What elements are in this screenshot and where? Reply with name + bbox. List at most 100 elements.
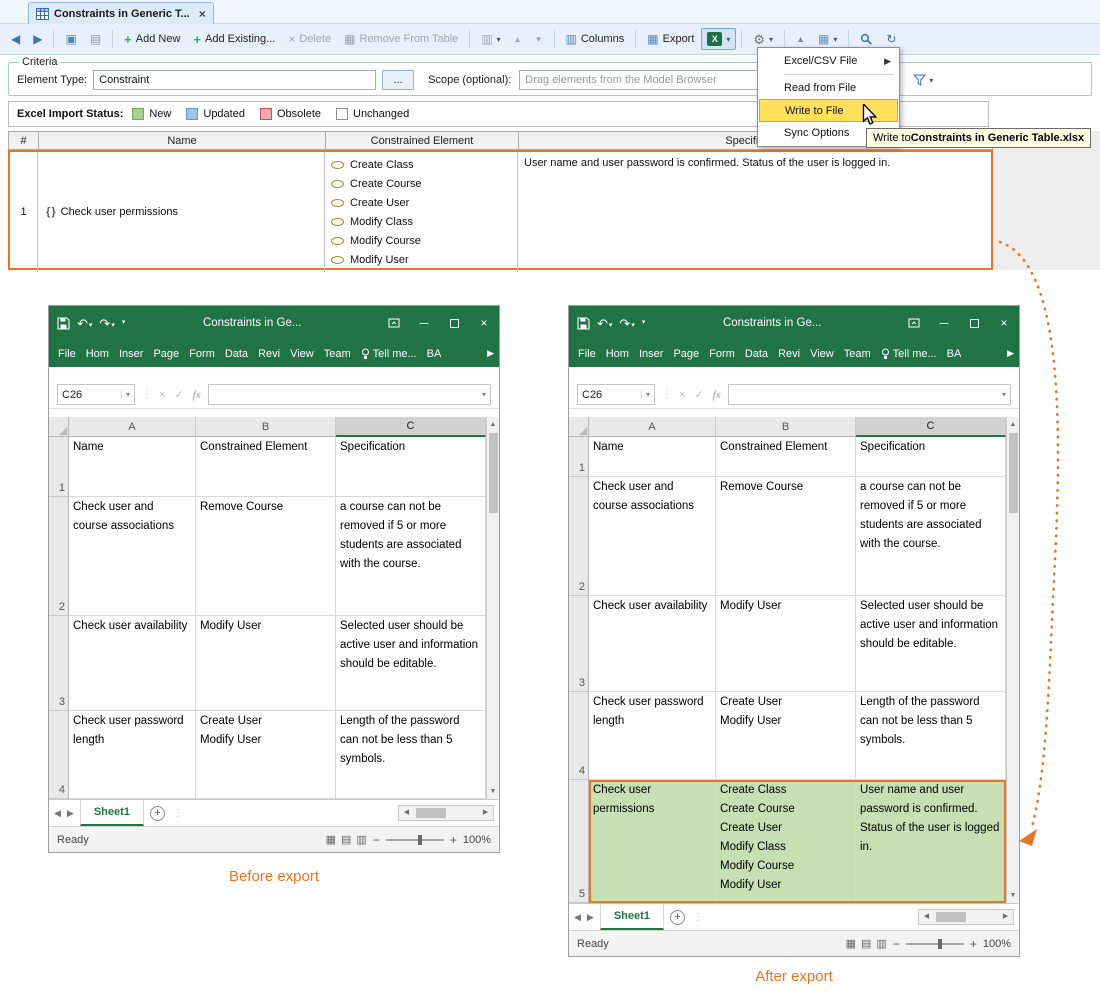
remove-from-table-button[interactable]: ▦Remove From Table [338,29,464,49]
zoom-slider[interactable] [386,839,444,841]
name-box[interactable]: C26▾ [57,384,135,405]
ribbon-tab-insert[interactable]: Inser [114,348,148,360]
constrained-element-item[interactable]: Modify User [331,250,511,269]
sheet-nav-next-icon[interactable]: ▶ [67,808,74,819]
row-header[interactable]: 3 [49,616,69,711]
ribbon-tab-formulas[interactable]: Form [184,348,220,360]
cancel-icon[interactable]: × [159,389,165,401]
back-button[interactable]: ◀ [5,29,26,49]
cell-c2[interactable]: a course can not be removed if 5 or more… [856,477,1006,596]
vertical-scrollbar[interactable]: ▲ ▼ [486,417,499,799]
constrained-element-item[interactable]: Create Class [331,155,511,174]
ribbon-tab-data[interactable]: Data [220,348,253,360]
cell-a2[interactable]: Check user and course associations [69,497,196,616]
scroll-right-icon[interactable]: ▶ [478,806,493,820]
tell-me-tab[interactable]: Tell me... [876,348,942,360]
constrained-element-item[interactable]: Create Course [331,174,511,193]
scroll-down-icon[interactable]: ▼ [1007,888,1019,903]
undo-button[interactable]: ↶▾ [77,317,92,330]
scrollbar-thumb[interactable] [416,808,446,818]
columns-button[interactable]: ▥Columns [560,29,631,49]
ribbon-tab-home[interactable]: Hom [601,348,634,360]
cell-a1[interactable]: Name [589,437,716,477]
scroll-right-icon[interactable]: ▶ [998,910,1013,924]
page-layout-view-icon[interactable]: ▤ [341,833,351,846]
row-number-cell[interactable]: 1 [10,152,38,272]
cell-b1[interactable]: Constrained Element [196,437,336,497]
forward-button[interactable]: ▶ [27,29,48,49]
column-header-a[interactable]: A [589,417,716,437]
name-box[interactable]: C26▾ [577,384,655,405]
table-row[interactable]: 1 { } Check user permissions Create Clas… [8,150,993,270]
insert-function-icon[interactable]: fx [713,389,721,401]
column-header-num[interactable]: # [9,132,39,149]
element-type-input[interactable] [93,70,376,90]
ribbon-tab-review[interactable]: Revi [253,348,285,360]
ribbon-tab-view[interactable]: View [805,348,839,360]
ribbon-tab-file[interactable]: File [573,348,601,360]
cell-b2[interactable]: Remove Course [196,497,336,616]
cell-c3[interactable]: Selected user should be active user and … [856,596,1006,692]
add-existing-button[interactable]: +Add Existing... [187,29,281,50]
ribbon-tab-team[interactable]: Team [319,348,356,360]
ribbon-tab-team[interactable]: Team [839,348,876,360]
tab-constraints-table[interactable]: Constraints in Generic T... × [28,2,214,24]
column-header-b[interactable]: B [196,417,336,437]
cell-c2[interactable]: a course can not be removed if 5 or more… [336,497,486,616]
sheet-nav-next-icon[interactable]: ▶ [587,912,594,923]
row-header[interactable]: 5 [569,780,589,903]
cell-c3[interactable]: Selected user should be active user and … [336,616,486,711]
ribbon-tab-view[interactable]: View [285,348,319,360]
more-tabs-icon[interactable]: ▶ [1007,348,1017,359]
scroll-up-icon[interactable]: ▲ [487,417,499,432]
cell-a2[interactable]: Check user and course associations [589,477,716,596]
collapse-toolbar-button[interactable]: ▲ [790,31,811,48]
cell-b3[interactable]: Modify User [716,596,856,692]
sheet-nav-prev-icon[interactable]: ◀ [54,808,61,819]
cell-c1[interactable]: Specification [336,437,486,497]
zoom-in-button[interactable]: + [450,833,457,847]
more-tabs-icon[interactable]: ▶ [487,348,497,359]
save-icon[interactable] [57,317,70,330]
redo-button[interactable]: ↷▾ [99,317,114,330]
normal-view-icon[interactable]: ▦ [326,833,336,846]
cell-a4[interactable]: Check user password length [69,711,196,799]
vertical-scrollbar[interactable]: ▲ ▼ [1006,417,1019,903]
ribbon-tab-home[interactable]: Hom [81,348,114,360]
constrained-element-cell[interactable]: Create Class Create Course Create User M… [325,152,518,272]
ribbon-display-button[interactable] [899,306,929,340]
new-sheet-button[interactable]: + [670,910,685,925]
cell-b5[interactable]: Create Class Create Course Create User M… [716,780,856,903]
sheet-nav-prev-icon[interactable]: ◀ [574,912,581,923]
export-button[interactable]: ▦Export [641,29,700,49]
cell-b4[interactable]: Create User Modify User [196,711,336,799]
ribbon-tab-review[interactable]: Revi [773,348,805,360]
menu-item-read-from-file[interactable]: Read from File [759,77,898,99]
formula-input[interactable]: ▾ [728,384,1011,405]
tab-close-icon[interactable]: × [199,7,206,21]
ribbon-tab-page-layout[interactable]: Page [668,348,704,360]
ribbon-tab-ba[interactable]: BA [942,348,967,360]
row-header[interactable]: 3 [569,596,589,692]
excel-sync-button[interactable]: X▾ [701,28,736,50]
enter-icon[interactable]: ✓ [174,388,183,401]
scrollbar-thumb[interactable] [489,433,498,513]
horizontal-scrollbar[interactable]: ◀▶ [918,909,1014,925]
row-header[interactable]: 4 [569,692,589,780]
cancel-icon[interactable]: × [679,389,685,401]
column-header-c[interactable]: C [336,417,486,437]
close-button[interactable]: × [989,306,1019,340]
minimize-button[interactable]: ─ [409,306,439,340]
page-break-view-icon[interactable]: ▥ [876,937,886,950]
row-options-button[interactable]: ▥▾ [475,29,506,49]
cell-c4[interactable]: Length of the password can not be less t… [856,692,1006,780]
cell-a3[interactable]: Check user availability [69,616,196,711]
row-header[interactable]: 2 [569,477,589,596]
zoom-out-button[interactable]: − [373,833,380,847]
cell-a5[interactable]: Check user permissions [589,780,716,903]
cell-b2[interactable]: Remove Course [716,477,856,596]
row-header[interactable]: 1 [569,437,589,477]
cell-a1[interactable]: Name [69,437,196,497]
row-header[interactable]: 1 [49,437,69,497]
report-button[interactable]: ▤ [84,29,107,49]
